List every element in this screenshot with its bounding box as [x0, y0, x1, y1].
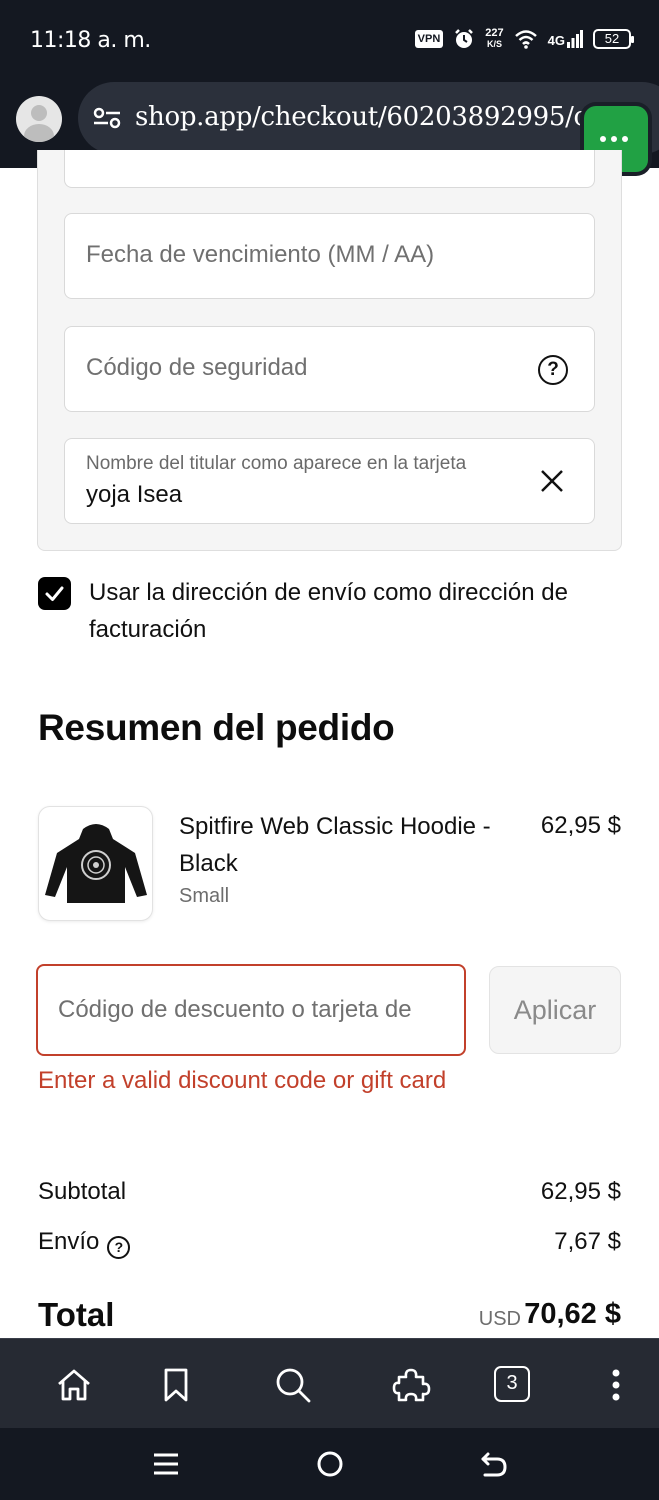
shipping-value: 7,67 $ [554, 1228, 621, 1255]
address-bar[interactable]: shop.app/checkout/60203892995/cn [78, 82, 659, 154]
search-icon[interactable] [273, 1365, 313, 1405]
more-dots-icon [600, 136, 628, 142]
product-price: 62,95 $ [540, 812, 621, 839]
extensions-icon[interactable] [391, 1365, 431, 1405]
status-bar: 11:18 a. m. VPN 227 K/S 4G 52 [0, 0, 659, 80]
discount-placeholder: Código de descuento o tarjeta de [58, 996, 412, 1023]
cardholder-name-field[interactable]: Nombre del titular como aparece en la ta… [64, 438, 595, 524]
back-icon[interactable] [478, 1448, 510, 1480]
total-label: Total [38, 1296, 115, 1333]
net-speed: 227 K/S [485, 28, 503, 50]
subtotal-value: 62,95 $ [540, 1178, 621, 1205]
billing-checkbox[interactable] [38, 577, 71, 610]
net-speed-unit: K/S [486, 39, 502, 49]
security-code-field[interactable]: Código de seguridad ? [64, 326, 595, 412]
cardholder-value: yoja Isea [86, 481, 183, 508]
shipping-label: Envío [38, 1228, 100, 1255]
apply-discount-button[interactable]: Aplicar [489, 966, 621, 1054]
system-nav-bar [0, 1428, 659, 1500]
network-label: 4G [547, 33, 565, 48]
discount-code-input[interactable]: Código de descuento o tarjeta de [36, 964, 466, 1056]
vpn-icon: VPN [414, 30, 444, 48]
product-variant: Small [179, 885, 230, 907]
expiry-field[interactable]: Fecha de vencimiento (MM / AA) [64, 213, 595, 299]
close-icon[interactable] [538, 467, 566, 495]
total-currency: USD [478, 1308, 521, 1330]
battery-icon: 52 [593, 29, 634, 49]
home-icon[interactable] [54, 1365, 94, 1405]
checkmark-icon [45, 586, 64, 601]
net-speed-value: 227 [485, 27, 504, 39]
card-number-field[interactable] [64, 150, 595, 188]
help-icon[interactable]: ? [107, 1236, 131, 1259]
status-icons: VPN 227 K/S 4G 52 [414, 28, 634, 50]
discount-error-message: Enter a valid discount code or gift card [38, 1067, 447, 1094]
site-settings-icon[interactable] [92, 106, 122, 130]
hoodie-image [45, 824, 147, 903]
signal-icon: 4G [548, 30, 583, 48]
cardholder-label: Nombre del titular como aparece en la ta… [86, 453, 467, 474]
alarm-icon [455, 29, 474, 48]
wifi-icon [514, 30, 537, 49]
security-code-placeholder: Código de seguridad [86, 354, 308, 381]
bookmark-icon[interactable] [156, 1365, 196, 1405]
help-icon[interactable]: ? [538, 355, 568, 385]
browser-bottom-toolbar: 3 [0, 1338, 659, 1428]
home-circle-icon[interactable] [314, 1448, 346, 1480]
more-icon[interactable] [596, 1365, 636, 1405]
order-summary-title: Resumen del pedido [38, 707, 395, 748]
recent-apps-icon[interactable] [150, 1448, 182, 1480]
avatar-head [31, 105, 47, 121]
product-name: Spitfire Web Classic Hoodie - Black [179, 813, 491, 877]
status-time: 11:18 a. m. [30, 28, 151, 53]
avatar-body [24, 124, 54, 142]
expiry-placeholder: Fecha de vencimiento (MM / AA) [86, 241, 435, 268]
subtotal-label: Subtotal [38, 1178, 127, 1205]
billing-checkbox-label[interactable]: Usar la dirección de envío como direcció… [89, 574, 629, 648]
product-thumbnail [38, 806, 153, 921]
profile-avatar[interactable] [16, 96, 62, 142]
total-value: 70,62 $ [524, 1298, 621, 1330]
url-text[interactable]: shop.app/checkout/60203892995/cn [135, 102, 605, 132]
shipping-row: Envío? [38, 1228, 131, 1259]
tabs-icon[interactable]: 3 [494, 1366, 530, 1402]
